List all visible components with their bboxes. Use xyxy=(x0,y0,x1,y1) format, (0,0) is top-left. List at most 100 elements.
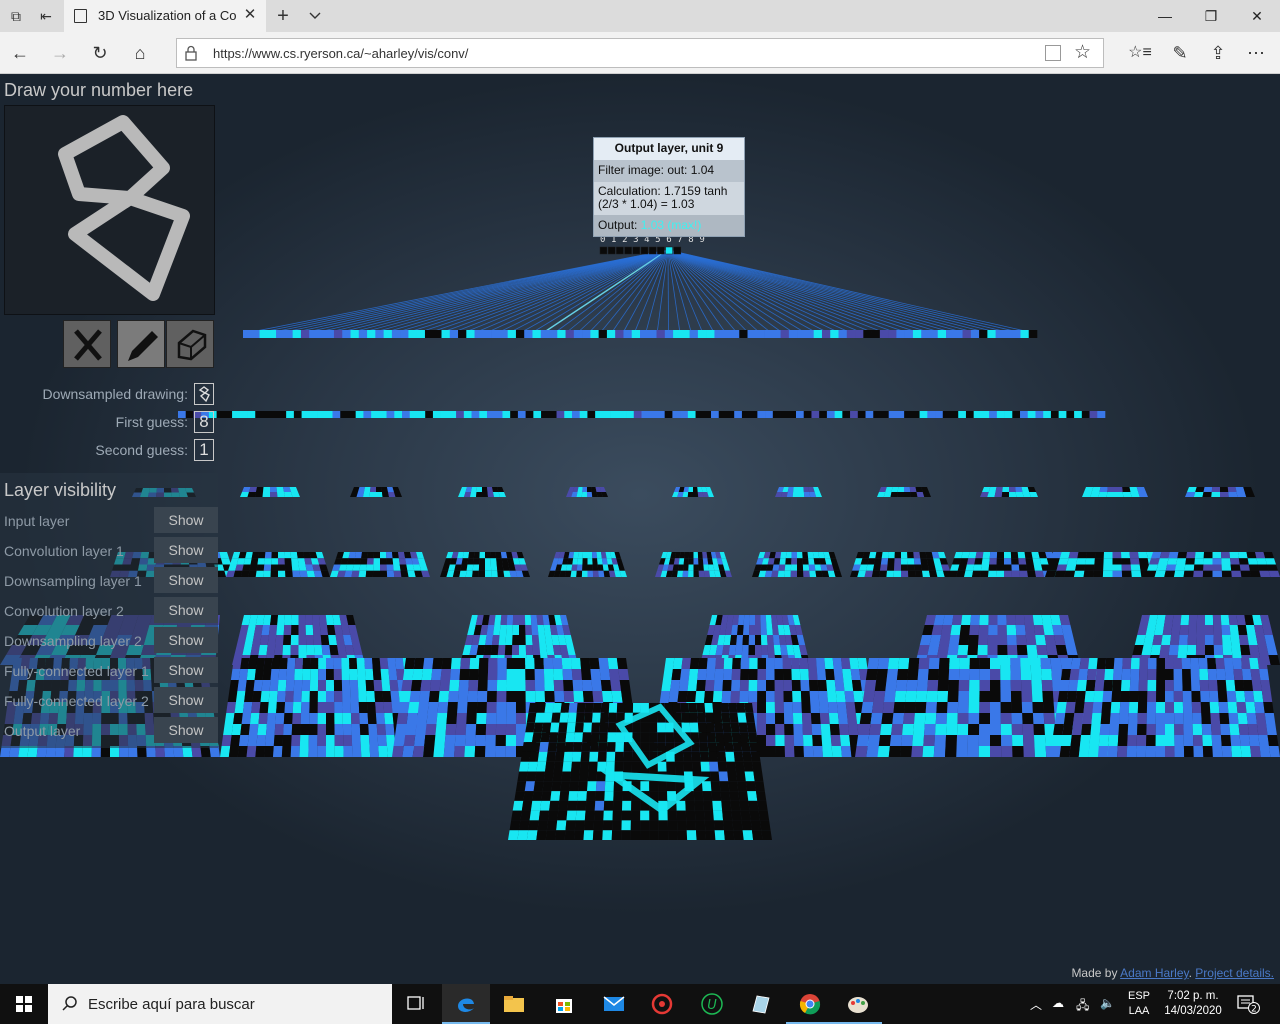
tab-active[interactable]: 3D Visualization of a Co ✕ xyxy=(64,0,266,32)
downsampling1-cell xyxy=(312,615,320,625)
taskbar-paint[interactable] xyxy=(834,984,882,1024)
network-icon[interactable]: 🖧 xyxy=(1076,996,1089,1017)
input-cell xyxy=(727,771,738,782)
taskbar-file-explorer[interactable] xyxy=(490,984,538,1024)
pencil-button[interactable] xyxy=(117,320,165,368)
favorite-star-icon[interactable]: ☆ xyxy=(1074,41,1091,65)
reading-view-icon[interactable] xyxy=(1045,45,1061,61)
tab-close-icon[interactable]: ✕ xyxy=(240,5,260,25)
project-details-link[interactable]: Project details. xyxy=(1195,966,1274,980)
taskbar-app-notes[interactable] xyxy=(736,984,784,1024)
chevron-up-icon[interactable]: ︿ xyxy=(1030,996,1042,1013)
show-conv2-button[interactable]: Show xyxy=(154,597,218,623)
downsampling2-cell xyxy=(1202,492,1212,497)
convolution1-cell xyxy=(678,680,689,691)
input-language[interactable]: ESP LAA xyxy=(1124,989,1154,1019)
convolution2-cell xyxy=(815,570,823,577)
new-tab-button[interactable]: + xyxy=(272,5,294,27)
convolution1-cell xyxy=(1121,669,1131,680)
convolution1-cell xyxy=(969,658,980,669)
input-cell xyxy=(621,810,632,821)
taskbar-app-red[interactable] xyxy=(638,984,686,1024)
input-cell xyxy=(527,761,538,772)
show-conv1-button[interactable]: Show xyxy=(154,537,218,563)
show-input-layer-button[interactable]: Show xyxy=(154,507,218,533)
downsampling2-cell xyxy=(581,492,587,497)
taskbar-mail[interactable] xyxy=(590,984,638,1024)
convolution2-cell xyxy=(285,570,293,577)
downsampling1-cell xyxy=(290,635,299,645)
show-output-layer-button[interactable]: Show xyxy=(154,717,218,743)
set-aside-tabs-icon[interactable]: ⇤ xyxy=(36,6,56,26)
fc2-cell xyxy=(962,330,972,338)
fc1-cell xyxy=(456,411,465,418)
forward-button[interactable]: → xyxy=(48,41,72,65)
task-view-button[interactable] xyxy=(392,984,440,1024)
tab-manager-icon[interactable]: ⧉ xyxy=(6,6,26,26)
taskbar-chrome[interactable] xyxy=(786,984,834,1024)
fc2-cell xyxy=(805,330,814,338)
eraser-button[interactable] xyxy=(166,320,214,368)
convolution2-cell xyxy=(908,570,916,577)
show-fc2-button[interactable]: Show xyxy=(154,687,218,713)
taskbar-search[interactable]: Escribe aquí para buscar xyxy=(48,984,392,1024)
convolution2-cell xyxy=(360,558,368,565)
close-window-button[interactable]: ✕ xyxy=(1234,0,1280,32)
convolution1-cell xyxy=(1030,669,1042,680)
url-field[interactable]: https://www.cs.ryerson.ca/~aharley/vis/c… xyxy=(176,38,1104,68)
input-cell xyxy=(701,781,712,792)
fc1-cell xyxy=(247,411,256,418)
convolution1-cell xyxy=(827,691,837,702)
minimize-button[interactable]: — xyxy=(1142,0,1188,32)
taskbar-edge[interactable] xyxy=(442,984,490,1024)
refresh-button[interactable]: ↻ xyxy=(88,41,112,65)
start-button[interactable] xyxy=(0,984,48,1024)
convolution1-cell xyxy=(958,691,970,702)
home-button[interactable]: ⌂ xyxy=(128,41,152,65)
convolution1-cell xyxy=(1233,669,1244,680)
fc2-cell xyxy=(640,330,649,338)
clock[interactable]: 7:02 p. m. 14/03/2020 xyxy=(1160,989,1226,1019)
input-cell xyxy=(587,771,598,782)
convolution1-cell xyxy=(301,702,310,713)
fc1-cell xyxy=(402,411,411,418)
downsampling1-cell xyxy=(958,635,970,645)
pen-icon[interactable]: ✎ xyxy=(1168,41,1192,65)
downsampling1-cell xyxy=(968,635,979,645)
convolution1-cell xyxy=(799,669,809,680)
show-down1-button[interactable]: Show xyxy=(154,567,218,593)
back-button[interactable]: ← xyxy=(8,41,32,65)
taskbar-app-upwork[interactable]: U xyxy=(688,984,736,1024)
convolution1-cell xyxy=(1000,702,1012,713)
drawing-canvas[interactable] xyxy=(4,105,215,315)
input-cell xyxy=(750,751,761,762)
volume-icon[interactable]: 🔈 xyxy=(1100,996,1115,1010)
convolution1-cell xyxy=(1219,713,1230,724)
share-icon[interactable]: ⇪ xyxy=(1206,41,1230,65)
convolution1-cell xyxy=(957,724,969,735)
restore-button[interactable]: ❐ xyxy=(1188,0,1234,32)
show-down2-button[interactable]: Show xyxy=(154,627,218,653)
convolution1-cell xyxy=(553,669,564,680)
more-icon[interactable]: ⋯ xyxy=(1244,41,1268,65)
convolution1-cell xyxy=(448,691,459,702)
onedrive-icon[interactable]: ☁ xyxy=(1052,996,1064,1010)
convolution2-cell xyxy=(1221,558,1231,565)
downsampling2-cell xyxy=(798,492,805,497)
favorites-icon[interactable]: ☆≡ xyxy=(1128,41,1152,65)
convolution1-cell xyxy=(688,669,699,680)
taskbar-store[interactable] xyxy=(540,984,588,1024)
downsampling1-cell xyxy=(997,625,1007,635)
convolution1-cell xyxy=(1059,746,1071,757)
author-link[interactable]: Adam Harley xyxy=(1120,966,1188,980)
notification-center-button[interactable]: 2 xyxy=(1236,994,1260,1015)
downsampling1-cell xyxy=(512,625,519,635)
downsampling1-cell xyxy=(1044,635,1056,645)
fc1-cell xyxy=(1020,411,1029,418)
clear-button[interactable] xyxy=(63,320,111,368)
input-cell xyxy=(689,722,699,733)
show-fc1-button[interactable]: Show xyxy=(154,657,218,683)
chevron-down-icon[interactable] xyxy=(304,5,326,27)
downsampling2-cell xyxy=(1015,487,1023,492)
convolution1-cell xyxy=(454,746,465,757)
